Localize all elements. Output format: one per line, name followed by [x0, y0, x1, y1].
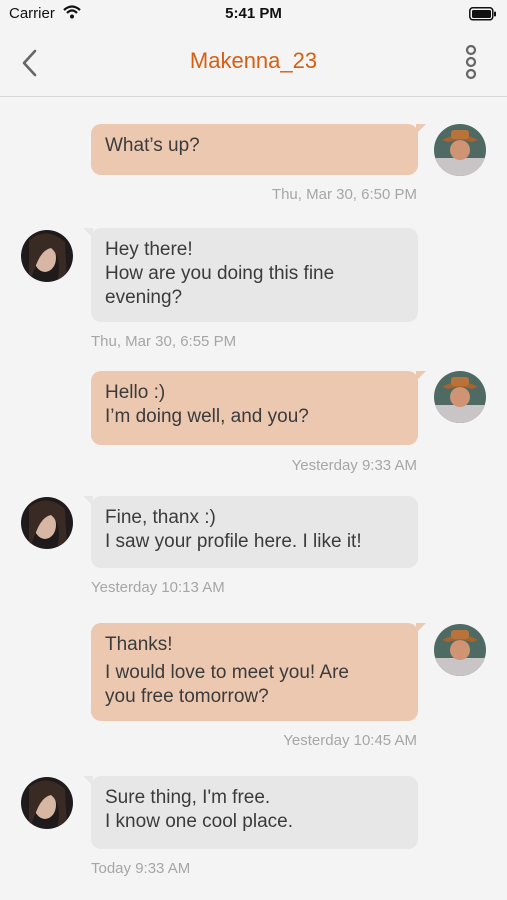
message-bubble-incoming[interactable]: Hey there! How are you doing this fine e…: [83, 228, 418, 322]
avatar-contact[interactable]: [21, 777, 73, 829]
message-timestamp: Thu, Mar 30, 6:55 PM: [91, 333, 237, 350]
message-timestamp: Yesterday 10:45 AM: [283, 732, 417, 749]
message-bubble-outgoing[interactable]: Thanks! I would love to meet you! Are yo…: [91, 623, 426, 721]
woman-avatar-image: [21, 230, 73, 282]
woman-avatar-image: [21, 497, 73, 549]
message-timestamp: Today 9:33 AM: [91, 860, 191, 877]
cowboy-avatar-image: [434, 124, 486, 176]
message-line: Fine, thanx :): [105, 507, 216, 528]
cowboy-avatar-image: [434, 371, 486, 423]
message-line: How are you doing this fine: [105, 263, 335, 284]
message-timestamp: Yesterday 9:33 AM: [291, 457, 417, 474]
message-timestamp: Yesterday 10:13 AM: [91, 579, 225, 596]
message-line: Hey there!: [105, 239, 193, 260]
chat-title: Makenna_23: [189, 48, 318, 73]
message-line: you free tomorrow?: [105, 686, 269, 707]
message-line: I saw your profile here. I like it!: [105, 531, 362, 552]
message-line: Thanks!: [105, 634, 173, 655]
message-bubble-outgoing[interactable]: What’s up?: [91, 124, 426, 175]
avatar-contact[interactable]: [21, 230, 73, 282]
cowboy-avatar-image: [434, 624, 486, 676]
message-line: evening?: [105, 287, 183, 308]
more-options-button[interactable]: [459, 44, 483, 80]
message-line: I would love to meet you! Are: [105, 662, 349, 683]
message-timestamp: Thu, Mar 30, 6:50 PM: [271, 186, 417, 203]
status-bar: Carrier 5:41 PM: [0, 0, 507, 28]
avatar-me[interactable]: [434, 624, 486, 676]
battery-icon: [469, 7, 497, 25]
message-line: What’s up?: [105, 135, 200, 156]
vertical-dots-icon: [465, 44, 477, 80]
message-line: Sure thing, I'm free.: [105, 787, 271, 808]
message-bubble-incoming[interactable]: Sure thing, I'm free. I know one cool pl…: [83, 776, 418, 849]
message-line: I’m doing well, and you?: [105, 406, 309, 427]
avatar-me[interactable]: [434, 371, 486, 423]
nav-bar: Makenna_23: [0, 28, 507, 97]
message-line: I know one cool place.: [105, 811, 294, 832]
clock: 5:41 PM: [225, 5, 282, 22]
avatar-me[interactable]: [434, 124, 486, 176]
message-bubble-incoming[interactable]: Fine, thanx :) I saw your profile here. …: [83, 496, 418, 568]
message-line: Hello :): [105, 382, 166, 403]
message-bubble-outgoing[interactable]: Hello :) I’m doing well, and you?: [91, 371, 426, 445]
woman-avatar-image: [21, 777, 73, 829]
avatar-contact[interactable]: [21, 497, 73, 549]
